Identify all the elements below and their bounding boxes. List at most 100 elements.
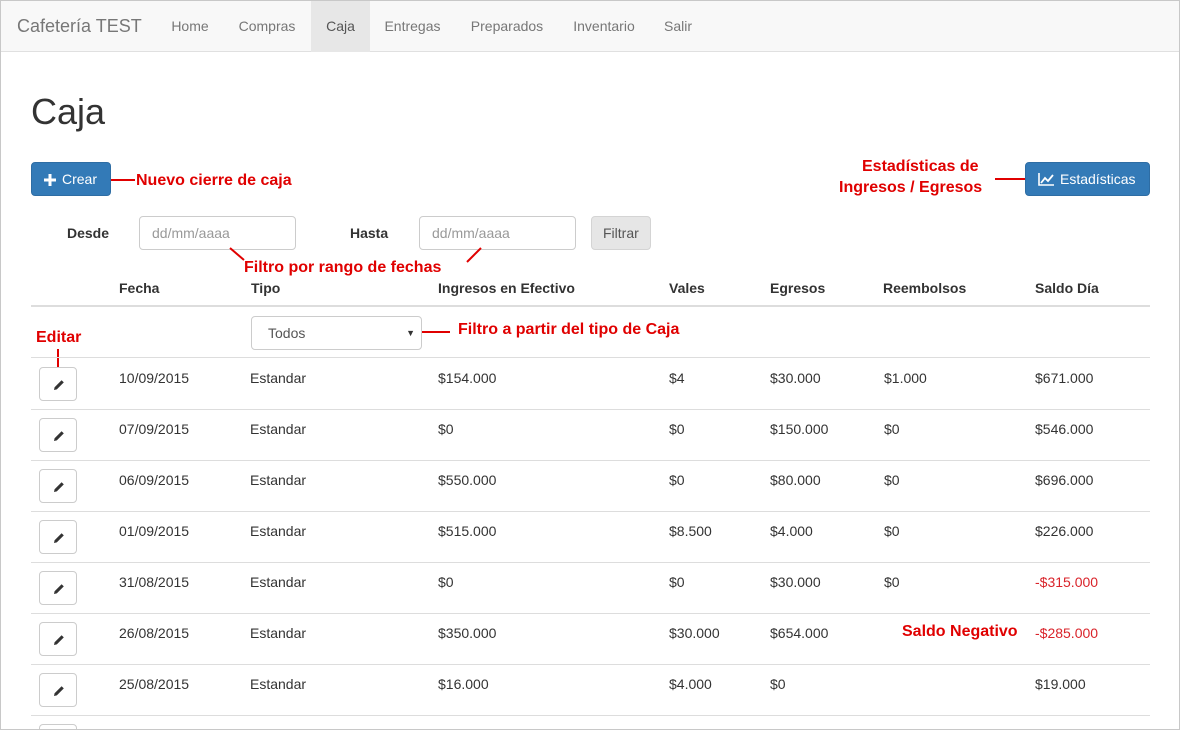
cell-fecha: 10/09/2015: [119, 370, 190, 386]
col-header-tipo[interactable]: Tipo: [251, 280, 280, 296]
col-header-fecha[interactable]: Fecha: [119, 280, 159, 296]
cell-reembolsos: $0: [884, 523, 900, 539]
row-divider: [31, 511, 1150, 512]
pencil-icon: [54, 533, 64, 543]
nav-preparados[interactable]: Preparados: [455, 1, 559, 52]
cell-vales: $0: [669, 472, 685, 488]
cell-vales: $4.000: [669, 676, 712, 692]
row-divider: [31, 664, 1150, 665]
cell-reembolsos: $0: [884, 472, 900, 488]
app-window: Cafetería TEST Home Compras Caja Entrega…: [0, 0, 1180, 730]
filter-button[interactable]: Filtrar: [591, 216, 651, 250]
cell-ingresos: $16.000: [438, 676, 489, 692]
annotation-create: Nuevo cierre de caja: [136, 172, 292, 189]
cell-ingresos: $550.000: [438, 472, 497, 488]
cell-saldo: $671.000: [1035, 370, 1094, 386]
edit-button[interactable]: [39, 724, 77, 729]
cell-reembolsos: $0: [884, 574, 900, 590]
pencil-icon: [54, 431, 64, 441]
nav-home[interactable]: Home: [157, 1, 223, 52]
cell-fecha: 25/08/2015: [119, 676, 190, 692]
cell-egresos: $30.000: [770, 574, 821, 590]
col-header-egresos[interactable]: Egresos: [770, 280, 825, 296]
edit-button[interactable]: [39, 571, 77, 605]
brand[interactable]: Cafetería TEST: [17, 16, 142, 37]
cell-saldo-negative: -$315.000: [1035, 574, 1099, 590]
annotation-edit: Editar: [36, 329, 82, 346]
cell-tipo: Estandar: [250, 472, 307, 488]
nav-compras[interactable]: Compras: [223, 1, 311, 52]
cell-egresos: $150.000: [770, 421, 829, 437]
cell-egresos: $654.000: [770, 625, 829, 641]
edit-button[interactable]: [39, 367, 77, 401]
plus-icon: [44, 174, 56, 186]
row-divider: [31, 715, 1150, 716]
cell-reembolsos: $0: [884, 421, 900, 437]
cell-fecha: 06/09/2015: [119, 472, 190, 488]
header-divider: [31, 305, 1150, 307]
annotation-negative: Saldo Negativo: [902, 623, 1018, 640]
cell-saldo: $226.000: [1035, 523, 1094, 539]
row-divider: [31, 357, 1150, 358]
type-select[interactable]: Todos ▼: [251, 316, 422, 350]
cell-egresos: $4.000: [770, 523, 813, 539]
cell-egresos: $0: [770, 676, 786, 692]
cell-fecha: 26/08/2015: [119, 625, 190, 641]
pencil-icon: [54, 482, 64, 492]
edit-button[interactable]: [39, 469, 77, 503]
cell-saldo: $546.000: [1035, 421, 1094, 437]
annotation-arrow-stats: [995, 178, 1025, 180]
nav-caja[interactable]: Caja: [311, 1, 370, 52]
cell-vales: $8.500: [669, 523, 712, 539]
stats-button-label: Estadísticas: [1060, 171, 1136, 187]
type-select-value: Todos: [268, 325, 306, 341]
cell-ingresos: $350.000: [438, 625, 497, 641]
from-label: Desde: [67, 225, 110, 241]
pencil-icon: [54, 380, 64, 390]
edit-button[interactable]: [39, 622, 77, 656]
row-divider: [31, 613, 1150, 614]
col-header-saldo[interactable]: Saldo Día: [1035, 280, 1099, 296]
cell-tipo: Estandar: [250, 574, 307, 590]
pencil-icon: [54, 584, 64, 594]
edit-button[interactable]: [39, 418, 77, 452]
navbar: Cafetería TEST Home Compras Caja Entrega…: [1, 1, 1179, 52]
annotation-arrow-edit: [57, 349, 59, 368]
nav-inventario[interactable]: Inventario: [559, 1, 649, 52]
edit-button[interactable]: [39, 520, 77, 554]
cell-tipo: Estandar: [250, 421, 307, 437]
cell-egresos: $30.000: [770, 370, 821, 386]
edit-button[interactable]: [39, 673, 77, 707]
cell-ingresos: $515.000: [438, 523, 497, 539]
row-divider: [31, 562, 1150, 563]
cell-vales: $0: [669, 421, 685, 437]
cell-saldo: $696.000: [1035, 472, 1094, 488]
col-header-ingresos[interactable]: Ingresos en Efectivo: [438, 280, 575, 296]
cell-egresos: $80.000: [770, 472, 821, 488]
nav-entregas[interactable]: Entregas: [370, 1, 455, 52]
annotation-arrow-create: [111, 179, 135, 181]
cell-ingresos: $0: [438, 574, 454, 590]
col-header-reembolsos[interactable]: Reembolsos: [883, 280, 966, 296]
cell-saldo-negative: -$285.000: [1035, 625, 1099, 641]
page-title: Caja: [31, 91, 106, 132]
line-chart-icon: [1038, 173, 1054, 186]
cell-tipo: Estandar: [250, 370, 307, 386]
cell-vales: $4: [669, 370, 685, 386]
pencil-icon: [54, 686, 64, 696]
cell-vales: $0: [669, 574, 685, 590]
cell-tipo: Estandar: [250, 625, 307, 641]
caret-down-icon: ▼: [406, 328, 415, 338]
cell-tipo: Estandar: [250, 676, 307, 692]
create-button[interactable]: Crear: [31, 162, 111, 196]
annotation-stats-line2: Ingresos / Egresos: [839, 179, 983, 196]
nav-salir[interactable]: Salir: [649, 1, 707, 52]
create-button-label: Crear: [62, 171, 98, 187]
cell-vales: $30.000: [669, 625, 720, 641]
cell-tipo: Estandar: [250, 523, 307, 539]
cell-fecha: 07/09/2015: [119, 421, 190, 437]
cell-ingresos: $0: [438, 421, 454, 437]
row-divider: [31, 409, 1150, 410]
stats-button[interactable]: Estadísticas: [1025, 162, 1150, 196]
col-header-vales[interactable]: Vales: [669, 280, 705, 296]
